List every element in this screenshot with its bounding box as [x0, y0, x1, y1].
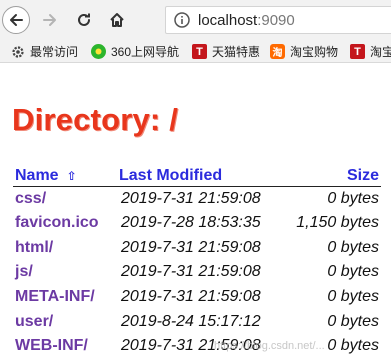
file-link[interactable]: favicon.ico — [13, 211, 117, 236]
file-link[interactable]: css/ — [13, 186, 117, 211]
file-size: 1,150 bytes — [296, 214, 379, 232]
page-title: Directory: / — [12, 102, 179, 137]
url-host: localhost — [198, 11, 258, 29]
reload-icon — [78, 13, 90, 26]
taobao-icon: 淘 — [270, 44, 285, 59]
tmall-icon: T — [350, 44, 365, 59]
file-modified: 2019-8-24 15:17:12 — [121, 312, 261, 330]
file-size: 0 bytes — [327, 288, 379, 306]
table-row: META-INF/ 2019-7-31 21:59:08 0 bytes — [13, 285, 381, 310]
header-row: Name ⇧ Last Modified Size — [13, 162, 381, 187]
home-button[interactable] — [103, 6, 131, 34]
bookmark-label: 淘宝购物 — [290, 45, 339, 59]
file-modified: 2019-7-31 21:59:08 — [121, 189, 261, 207]
file-modified: 2019-7-31 21:59:08 — [121, 288, 261, 306]
file-modified: 2019-7-31 21:59:08 — [121, 263, 261, 281]
bookmark-most-visited[interactable]: 最常访问 — [10, 43, 78, 60]
home-icon — [110, 13, 124, 27]
arrow-right-icon — [43, 14, 56, 26]
address-bar[interactable]: localhost:9090 — [165, 6, 391, 34]
bookmark-label: 淘宝 — [370, 45, 391, 59]
360-nav-icon — [91, 44, 106, 59]
reload-button[interactable] — [70, 6, 98, 34]
table-row: html/ 2019-7-31 21:59:08 0 bytes — [13, 235, 381, 260]
sort-arrow-icon: ⇧ — [66, 168, 77, 183]
column-header-last-modified[interactable]: Last Modified — [117, 162, 283, 187]
tmall-icon: T — [192, 44, 207, 59]
file-size: 0 bytes — [327, 263, 379, 281]
table-row: js/ 2019-7-31 21:59:08 0 bytes — [13, 260, 381, 285]
watermark: https://blog.csdn.net/... — [214, 340, 325, 352]
file-link[interactable]: user/ — [13, 309, 117, 334]
bookmark-tmall-deals[interactable]: T 天猫特惠 — [192, 43, 260, 60]
file-size: 0 bytes — [327, 238, 379, 256]
forward-button[interactable] — [36, 6, 64, 34]
browser-toolbar: localhost:9090 — [0, 0, 391, 40]
file-size: 0 bytes — [327, 189, 379, 207]
bookmark-label: 天猫特惠 — [212, 45, 261, 59]
bookmark-360-nav[interactable]: 360上网导航 — [91, 43, 179, 60]
bookmark-taobao-shopping[interactable]: 淘 淘宝购物 — [270, 43, 338, 60]
arrow-left-icon — [10, 14, 23, 26]
table-row: favicon.ico 2019-7-28 18:53:35 1,150 byt… — [13, 211, 381, 236]
url-text: localhost:9090 — [198, 12, 295, 29]
file-link[interactable]: WEB-INF/ — [13, 334, 117, 359]
column-header-name-label: Name — [15, 166, 59, 184]
directory-listing: Name ⇧ Last Modified Size css/ 2019-7-31 … — [13, 162, 381, 359]
back-button[interactable] — [2, 6, 30, 34]
file-modified: 2019-7-31 21:59:08 — [121, 238, 261, 256]
table-row: user/ 2019-8-24 15:17:12 0 bytes — [13, 309, 381, 334]
file-link[interactable]: js/ — [13, 260, 117, 285]
bookmark-taobao[interactable]: T 淘宝 — [350, 43, 391, 60]
gear-icon — [10, 44, 25, 59]
url-port: :9090 — [257, 11, 295, 29]
bookmarks-bar: 最常访问 360上网导航 T 天猫特惠 淘 淘宝购物 T 淘宝 — [0, 40, 391, 63]
column-header-name[interactable]: Name ⇧ — [13, 162, 117, 187]
bookmark-label: 最常访问 — [30, 45, 79, 59]
table-row: css/ 2019-7-31 21:59:08 0 bytes — [13, 186, 381, 211]
table-row: WEB-INF/ 2019-7-31 21:59:08 0 bytes — [13, 334, 381, 359]
file-link[interactable]: html/ — [13, 235, 117, 260]
file-size: 0 bytes — [327, 312, 379, 330]
column-header-size[interactable]: Size — [282, 162, 381, 187]
info-icon[interactable] — [174, 12, 190, 28]
file-link[interactable]: META-INF/ — [13, 285, 117, 310]
file-modified: 2019-7-28 18:53:35 — [121, 214, 261, 232]
bookmark-label: 360上网导航 — [111, 45, 180, 59]
